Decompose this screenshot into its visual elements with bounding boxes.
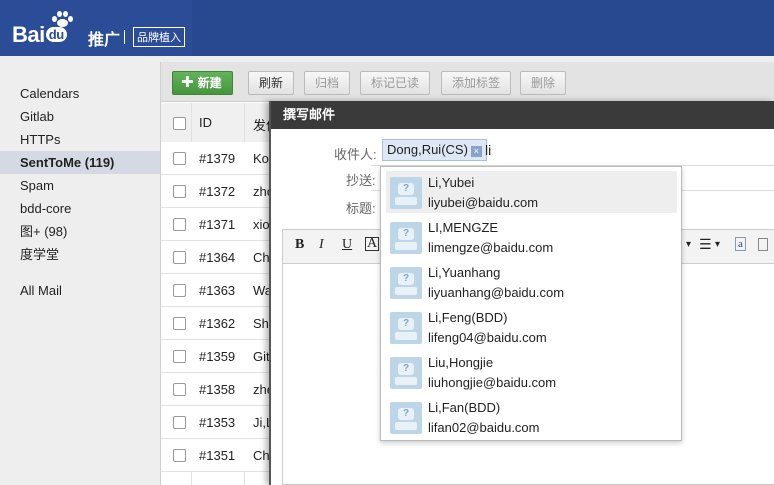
suggestion-item[interactable]: ? Li,Fan(BDD) lifan02@baidu.com (386, 396, 677, 438)
sidebar-item-gitlab[interactable]: Gitlab (0, 105, 160, 128)
row-checkbox[interactable] (173, 383, 186, 396)
row-id: #1379 (199, 151, 236, 166)
baidu-logo: Bai du (12, 22, 67, 48)
row-id: #1362 (199, 316, 236, 331)
subject-label: 标题: (346, 201, 376, 216)
row-checkbox[interactable] (173, 218, 186, 231)
insert-link-icon[interactable]: a (735, 237, 746, 251)
plus-icon: ✚ (181, 74, 194, 91)
suggestion-name: Li,Yubei (428, 175, 475, 190)
mail-toolbar: ✚ 新建 刷新 归档 标记已读 添加标签 删除 (161, 62, 774, 102)
row-id: #1353 (199, 415, 236, 430)
to-label: 收件人: (334, 147, 377, 162)
select-all-checkbox[interactable] (173, 117, 186, 130)
suggestion-email: liuhongjie@baidu.com (428, 375, 557, 390)
suggestion-item[interactable]: ? Li,Yuanhang liyuanhang@baidu.com (386, 261, 677, 303)
recipient-suggestions: ? Li,Yubei liyubei@baidu.com ? LI,MENGZE… (380, 166, 682, 441)
chip-remove-icon[interactable]: × (470, 146, 482, 157)
top-bar: Bai du 推广 品牌植入 (0, 0, 774, 56)
recipient-chip-label: Dong,Rui(CS) (387, 142, 468, 157)
document-icon[interactable] (758, 238, 768, 251)
cc-label: 抄送: (346, 173, 376, 188)
mark-read-button[interactable]: 标记已读 (360, 71, 431, 95)
compose-title: 撰写邮件 (271, 101, 774, 129)
row-from: Ch (253, 250, 270, 265)
archive-button[interactable]: 归档 (304, 71, 351, 95)
avatar-placeholder-icon: ? (390, 222, 422, 254)
row-checkbox[interactable] (173, 350, 186, 363)
sidebar-item-duxuetang[interactable]: 度学堂 (0, 243, 160, 266)
suggestion-name: Li,Yuanhang (428, 265, 501, 280)
row-id: #1358 (199, 382, 236, 397)
bold-button[interactable]: B (295, 237, 304, 253)
suggestion-name: Li,Feng(BDD) (428, 310, 508, 325)
new-mail-button[interactable]: ✚ 新建 (172, 71, 233, 95)
row-from: Git (253, 349, 270, 364)
suggestion-email: liyuanhang@baidu.com (428, 285, 565, 300)
add-tag-button[interactable]: 添加标签 (441, 71, 512, 95)
sidebar-item-senttome[interactable]: SentToMe (119) (0, 151, 160, 174)
row-id: #1351 (199, 448, 236, 463)
font-color-button[interactable]: A (365, 237, 380, 251)
row-id: #1359 (199, 349, 236, 364)
divider (124, 30, 125, 44)
avatar-placeholder-icon: ? (390, 267, 422, 299)
sidebar: Calendars Gitlab HTTPs SentToMe (119) Sp… (0, 56, 160, 485)
row-checkbox[interactable] (173, 416, 186, 429)
sidebar-item-bdd-core[interactable]: bdd-core (0, 197, 160, 220)
suggestion-email: limengze@baidu.com (428, 240, 554, 255)
product-name: 推广 (88, 32, 121, 49)
suggestion-name: LI,MENGZE (428, 220, 499, 235)
dropdown-arrow-icon[interactable]: ▾ (715, 239, 720, 250)
suggestion-item[interactable]: ? Li,Feng(BDD) lifeng04@baidu.com (386, 306, 677, 348)
avatar-placeholder-icon: ? (390, 177, 422, 209)
row-id: #1363 (199, 283, 236, 298)
suggestion-email: lifeng04@baidu.com (428, 330, 547, 345)
sidebar-item-tu-plus[interactable]: 图+ (98) (0, 220, 160, 243)
suggestion-item[interactable]: ? Li,Yubei liyubei@baidu.com (386, 171, 677, 213)
row-from: Ch (253, 448, 270, 463)
sidebar-item-all-mail[interactable]: All Mail (0, 279, 160, 302)
suggestion-name: Liu,Hongjie (428, 355, 494, 370)
row-from: Ko (253, 151, 269, 166)
refresh-button[interactable]: 刷新 (248, 71, 295, 95)
sidebar-item-https[interactable]: HTTPs (0, 128, 160, 151)
row-id: #1364 (199, 250, 236, 265)
suggestion-name: Li,Fan(BDD) (428, 400, 501, 415)
column-header-id[interactable]: ID (199, 115, 212, 130)
row-checkbox[interactable] (173, 185, 186, 198)
row-from: xio (253, 217, 270, 232)
avatar-placeholder-icon: ? (390, 402, 422, 434)
logo-area[interactable]: Bai du 推广 品牌植入 (0, 0, 192, 56)
sidebar-item-calendars[interactable]: Calendars (0, 82, 160, 105)
brand-badge: 品牌植入 (133, 27, 185, 47)
suggestion-email: lifan02@baidu.com (428, 420, 540, 435)
row-checkbox[interactable] (173, 449, 186, 462)
row-id: #1372 (199, 184, 236, 199)
row-checkbox[interactable] (173, 317, 186, 330)
underline-button[interactable]: U (342, 237, 352, 253)
list-icon[interactable]: ☰ (699, 237, 712, 253)
row-id: #1371 (199, 217, 236, 232)
sidebar-item-spam[interactable]: Spam (0, 174, 160, 197)
row-checkbox[interactable] (173, 284, 186, 297)
dropdown-arrow-icon[interactable]: ▾ (686, 239, 691, 250)
suggestion-item[interactable]: ? LI,MENGZE limengze@baidu.com (386, 216, 677, 258)
suggestion-item[interactable]: ? Liu,Hongjie liuhongjie@baidu.com (386, 351, 677, 393)
to-input[interactable]: li (485, 142, 491, 158)
recipient-chip[interactable]: Dong,Rui(CS) × (382, 139, 487, 161)
italic-button[interactable]: I (319, 237, 324, 253)
avatar-placeholder-icon: ? (390, 357, 422, 389)
suggestion-email: liyubei@baidu.com (428, 195, 539, 210)
row-checkbox[interactable] (173, 152, 186, 165)
delete-button[interactable]: 删除 (520, 71, 567, 95)
row-checkbox[interactable] (173, 251, 186, 264)
avatar-placeholder-icon: ? (390, 312, 422, 344)
